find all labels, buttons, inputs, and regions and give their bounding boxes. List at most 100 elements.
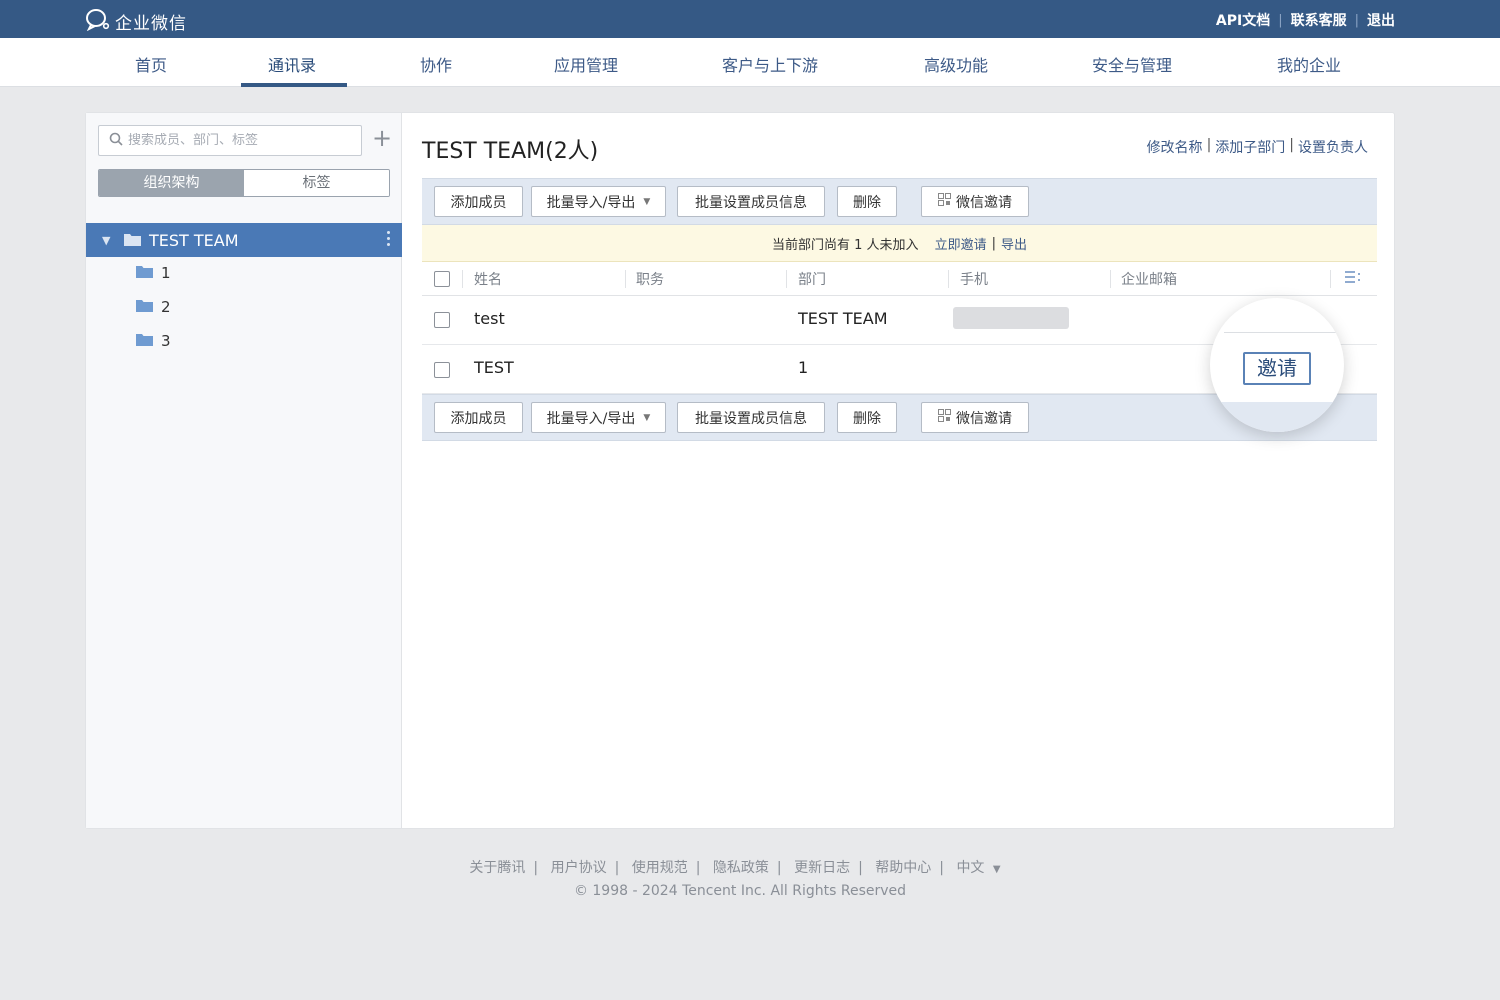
row-checkbox[interactable] [434,362,450,378]
rename-link[interactable]: 修改名称 [1147,137,1203,157]
button-label: 微信邀请 [956,410,1012,427]
button-label: 批量导入/导出 [546,194,636,211]
batch-import-export-button[interactable]: 批量导入/导出 ▼ [531,402,666,433]
separator: | [1289,137,1294,153]
main-nav: 首页 通讯录 协作 应用管理 客户与上下游 高级功能 安全与管理 我的企业 [0,38,1500,87]
batch-set-info-button[interactable]: 批量设置成员信息 [677,402,825,433]
nav-contacts[interactable]: 通讯录 [268,52,316,76]
folder-icon [136,264,153,282]
footer-changelog-link[interactable]: 更新日志 [794,860,850,876]
qr-code-icon [938,193,951,210]
department-actions: 修改名称 | 添加子部门 | 设置负责人 [1147,137,1368,157]
nav-security[interactable]: 安全与管理 [1092,52,1172,76]
nav-collaboration[interactable]: 协作 [420,52,452,76]
delete-button[interactable]: 删除 [837,186,897,217]
nav-app-management[interactable]: 应用管理 [554,52,618,76]
set-manager-link[interactable]: 设置负责人 [1298,137,1368,157]
button-label: 批量设置成员信息 [695,194,807,211]
folder-icon [136,298,153,316]
footer-help-link[interactable]: 帮助中心 [875,860,931,876]
tab-org-structure[interactable]: 组织架构 [99,170,244,196]
footer-privacy-link[interactable]: 隐私政策 [713,860,769,876]
invite-button[interactable]: 邀请 [1243,352,1311,385]
add-member-button[interactable]: 添加成员 [434,402,523,433]
search-icon [109,131,128,150]
nav-my-enterprise[interactable]: 我的企业 [1277,52,1341,76]
column-header-name[interactable]: 姓名 [474,269,502,289]
sidebar-tabs: 组织架构 标签 [98,169,390,197]
invite-now-link[interactable]: 立即邀请 [935,234,987,253]
search-input[interactable] [128,133,348,148]
dropdown-arrow-icon: ▼ [643,196,651,207]
footer-links: 关于腾讯 | 用户协议 | 使用规范 | 隐私政策 | 更新日志 | 帮助中心 | 中文 ▼ [469,860,1001,876]
tree-item-root[interactable]: ▼ TEST TEAM [86,223,402,257]
tree-item-label: 2 [161,298,171,316]
tree-item[interactable]: 3 [136,329,171,353]
nav-customers[interactable]: 客户与上下游 [722,52,818,76]
button-label: 添加成员 [450,410,507,427]
column-header-position[interactable]: 职务 [636,269,664,289]
nav-home[interactable]: 首页 [135,52,167,76]
separator: | [1278,12,1283,28]
tree-item[interactable]: 2 [136,295,171,319]
member-department: 1 [798,358,809,377]
add-sub-department-link[interactable]: 添加子部门 [1215,137,1285,157]
sidebar: + 组织架构 标签 ▼ TEST TEAM 1 2 3 [86,113,402,828]
add-icon[interactable]: + [372,126,392,150]
toolbar-top: 添加成员 批量导入/导出 ▼ 批量设置成员信息 删除 微信邀请 [422,178,1377,225]
footer-about-link[interactable]: 关于腾讯 [469,860,525,876]
invite-magnifier: 邀请 [1210,298,1344,432]
caret-down-icon[interactable]: ▼ [102,234,116,247]
logout-link[interactable]: 退出 [1367,10,1395,30]
button-label: 删除 [853,194,881,211]
table-header: 姓名 职务 部门 手机 企业邮箱 [422,262,1377,296]
column-header-phone[interactable]: 手机 [960,269,988,289]
api-docs-link[interactable]: API文档 [1216,10,1270,30]
footer-usage-rules-link[interactable]: 使用规范 [632,860,688,876]
chevron-down-icon[interactable]: ▼ [993,864,1001,875]
folder-icon [136,332,153,350]
member-name[interactable]: test [474,309,505,328]
language-selector[interactable]: 中文 [956,860,984,876]
button-label: 微信邀请 [956,194,1012,211]
footer-user-agreement-link[interactable]: 用户协议 [551,860,607,876]
more-options-icon[interactable] [387,231,390,246]
export-link[interactable]: 导出 [1001,234,1027,253]
column-settings-icon[interactable] [1345,271,1361,287]
app-logo[interactable]: 企业微信 [85,7,187,35]
separator: | [991,235,996,251]
tree-item[interactable]: 1 [136,261,171,285]
pending-notice: 当前部门尚有 1 人未加入 立即邀请 | 导出 [422,225,1377,262]
top-bar: 企业微信 API文档 | 联系客服 | 退出 [0,0,1500,38]
folder-icon [124,231,141,250]
member-department: TEST TEAM [798,309,888,328]
batch-import-export-button[interactable]: 批量导入/导出 ▼ [531,186,666,217]
tree-root-label: TEST TEAM [149,230,239,250]
nav-advanced[interactable]: 高级功能 [924,52,988,76]
column-header-department[interactable]: 部门 [798,269,826,289]
separator: | [1206,137,1212,153]
column-header-email[interactable]: 企业邮箱 [1121,269,1177,289]
button-label: 删除 [853,410,881,427]
contact-support-link[interactable]: 联系客服 [1291,10,1347,30]
tab-tags[interactable]: 标签 [244,170,389,196]
notice-text: 当前部门尚有 1 人未加入 [772,237,919,253]
separator: | [1354,12,1359,28]
qr-code-icon [938,409,951,426]
member-name[interactable]: TEST [474,358,514,377]
wechat-invite-button[interactable]: 微信邀请 [921,186,1029,217]
delete-button[interactable]: 删除 [837,402,897,433]
phone-redacted [953,307,1069,329]
row-checkbox[interactable] [434,312,450,328]
copyright: © 1998 - 2024 Tencent Inc. All Rights Re… [573,883,907,899]
search-box[interactable] [98,125,362,156]
main-panel: + 组织架构 标签 ▼ TEST TEAM 1 2 3 TEST TEAM(2人… [85,112,1395,829]
select-all-checkbox[interactable] [434,271,450,287]
app-name: 企业微信 [115,13,187,34]
dropdown-arrow-icon: ▼ [643,412,651,423]
button-label: 添加成员 [450,194,507,211]
batch-set-info-button[interactable]: 批量设置成员信息 [677,186,825,217]
wechat-invite-button[interactable]: 微信邀请 [921,402,1029,433]
top-links: API文档 | 联系客服 | 退出 [1216,10,1395,30]
add-member-button[interactable]: 添加成员 [434,186,523,217]
